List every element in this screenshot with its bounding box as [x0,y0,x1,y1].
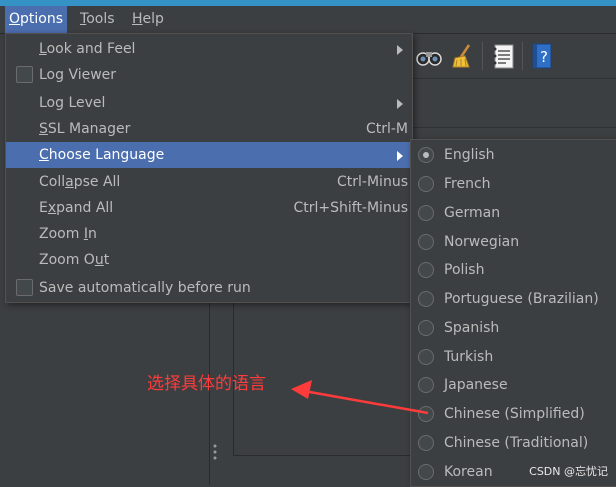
menu-item-zoom-in[interactable]: Zoom In [6,221,412,247]
radio-icon[interactable] [418,291,434,307]
submenu-arrow-icon [397,99,403,109]
language-label: Norwegian [444,234,520,250]
radio-icon[interactable] [418,262,434,278]
menu-help-mnemonic: H [132,11,143,27]
menu-item-label: Log Level [39,95,106,111]
language-label: Turkish [444,349,494,365]
grip-handle-icon[interactable] [213,443,217,461]
language-label: Japanese [444,377,508,393]
language-option-polish[interactable]: Polish [411,256,616,285]
svg-text:?: ? [540,48,548,66]
menu-tools-label: ools [86,11,115,27]
menu-item-choose-language[interactable]: Choose Language [6,142,412,168]
menu-options[interactable]: Options [5,6,68,33]
radio-icon[interactable] [418,377,434,393]
checkbox-icon[interactable] [16,279,33,296]
menu-item-label: Zoom Out [39,252,110,268]
menu-item-label: Choose Language [39,147,165,163]
toolbar-separator [482,42,483,70]
radio-icon[interactable] [418,320,434,336]
menu-item-expand-all[interactable]: Expand All Ctrl+Shift-Minus [6,195,412,221]
menu-item-label: Expand All [39,200,114,216]
language-label: Chinese (Simplified) [444,406,585,422]
radio-selected-icon[interactable] [418,147,434,163]
menu-item-label: SSL Manager [39,121,131,137]
language-option-chinese-traditional[interactable]: Chinese (Traditional) [411,429,616,458]
binoculars-icon[interactable] [415,42,443,70]
watermark: CSDN @忘忧记 [529,465,608,478]
menu-item-collapse-all[interactable]: Collapse All Ctrl-Minus [6,169,412,195]
menu-options-label: ptions [20,11,64,27]
language-option-spanish[interactable]: Spanish [411,314,616,343]
menu-help[interactable]: Help [128,6,168,33]
menu-item-label: Zoom In [39,226,97,242]
language-option-french[interactable]: French [411,170,616,199]
language-option-german[interactable]: German [411,199,616,228]
menu-item-label: Look and Feel [39,41,136,57]
language-option-chinese-simplified[interactable]: Chinese (Simplified) [411,400,616,429]
shortcut-label: Ctrl-Minus [337,174,408,190]
language-option-norwegian[interactable]: Norwegian [411,228,616,257]
radio-icon[interactable] [418,435,434,451]
language-label: Korean [444,464,493,480]
menu-item-label: Save automatically before run [39,280,251,296]
language-label: Spanish [444,320,500,336]
menu-item-zoom-out[interactable]: Zoom Out [6,247,412,273]
menu-item-save-automatically[interactable]: Save automatically before run [6,275,412,301]
language-option-japanese[interactable]: Japanese [411,371,616,400]
submenu-arrow-icon [397,45,403,55]
language-label: Portuguese (Brazilian) [444,291,599,307]
broom-icon[interactable] [449,42,477,70]
checkbox-icon[interactable] [16,66,33,83]
menu-item-ssl-manager[interactable]: SSL Manager Ctrl-M [6,116,412,142]
language-option-english[interactable]: English [411,141,616,170]
radio-icon[interactable] [418,406,434,422]
menu-options-mnemonic: O [9,11,21,27]
radio-icon[interactable] [418,205,434,221]
help-book-icon[interactable]: ? [528,42,556,70]
menu-item-log-level[interactable]: Log Level [6,90,412,116]
language-label: English [444,147,495,163]
menu-tools[interactable]: Tools [76,6,119,33]
notepad-icon[interactable] [490,42,518,70]
language-submenu: English French German Norwegian Polish P… [410,139,616,487]
menu-item-log-viewer[interactable]: Log Viewer [6,62,412,88]
language-option-portuguese-brazilian[interactable]: Portuguese (Brazilian) [411,285,616,314]
menubar: Options Tools Help [0,6,616,34]
annotation-text: 选择具体的语言 [147,374,266,394]
toolbar: ? [412,34,616,79]
radio-icon[interactable] [418,234,434,250]
radio-icon[interactable] [418,464,434,480]
language-label: German [444,205,501,221]
language-label: Polish [444,262,485,278]
language-label: French [444,176,491,192]
language-label: Chinese (Traditional) [444,435,589,451]
shortcut-label: Ctrl+Shift-Minus [293,200,408,216]
menu-item-look-and-feel[interactable]: Look and Feel [6,36,412,62]
options-dropdown-menu: Look and Feel Log Viewer Log Level SSL M… [5,33,413,303]
panel-header [412,79,616,128]
menu-item-label: Log Viewer [39,67,117,83]
submenu-arrow-icon [397,151,403,161]
menu-help-label: elp [142,11,164,27]
toolbar-separator [522,42,523,70]
shortcut-label: Ctrl-M [365,121,408,137]
menu-item-label: Collapse All [39,174,121,190]
radio-icon[interactable] [418,176,434,192]
language-option-turkish[interactable]: Turkish [411,343,616,372]
radio-icon[interactable] [418,349,434,365]
